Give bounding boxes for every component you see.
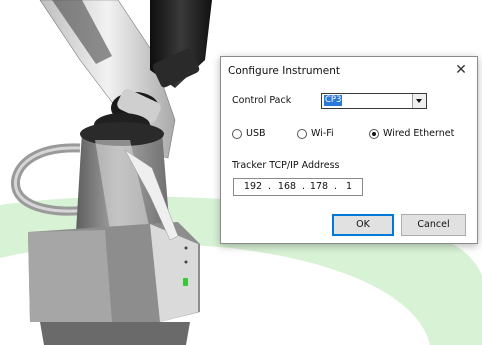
ip-dot-separator: .	[302, 181, 306, 192]
ip-octet-1[interactable]: 192	[242, 181, 264, 192]
configure-instrument-dialog: Configure Instrument ✕ Control Pack CP3 …	[220, 56, 478, 244]
radio-wifi-indicator[interactable]	[297, 129, 307, 139]
radio-wired-ethernet-label: Wired Ethernet	[383, 128, 455, 139]
base-housing	[28, 222, 200, 345]
ok-button[interactable]: OK	[332, 214, 394, 236]
radio-usb-indicator[interactable]	[232, 129, 242, 139]
control-pack-value: CP3	[324, 95, 343, 106]
ip-octet-4[interactable]: 1	[338, 181, 360, 192]
ip-dot-separator: .	[334, 181, 338, 192]
chevron-down-icon[interactable]	[412, 94, 426, 108]
tracker-ip-input[interactable]: 192 . 168 . 178 . 1	[233, 178, 363, 196]
ip-octet-3[interactable]: 178	[308, 181, 330, 192]
cancel-button[interactable]: Cancel	[401, 214, 466, 236]
torso-column	[76, 122, 170, 232]
dialog-title: Configure Instrument	[228, 65, 340, 77]
close-icon[interactable]: ✕	[452, 61, 470, 79]
ip-dot-separator: .	[268, 181, 272, 192]
control-pack-select[interactable]: CP3	[321, 93, 427, 109]
ip-octet-2[interactable]: 168	[276, 181, 298, 192]
radio-wired-ethernet-indicator[interactable]	[369, 129, 379, 139]
radio-usb-label: USB	[246, 128, 266, 139]
tracker-ip-label: Tracker TCP/IP Address	[232, 160, 340, 171]
dialog-titlebar[interactable]: Configure Instrument ✕	[221, 57, 477, 85]
control-pack-label: Control Pack	[232, 95, 292, 106]
radio-wifi-label: Wi-Fi	[311, 128, 334, 139]
